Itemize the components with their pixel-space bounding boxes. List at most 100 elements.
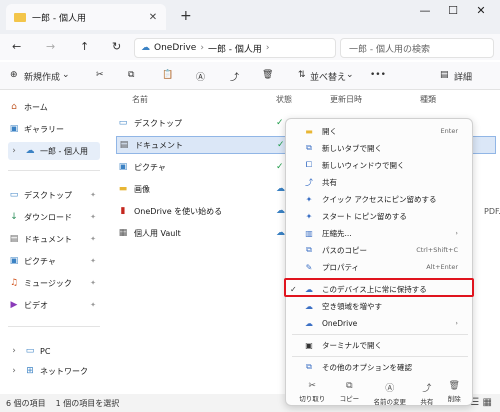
column-header-name[interactable]: 名前	[132, 94, 148, 105]
up-button[interactable]: ↑	[80, 40, 89, 53]
copy-icon[interactable]: ⧉	[128, 70, 134, 80]
folder-icon	[14, 12, 26, 22]
pdf-icon: ▮	[120, 206, 126, 216]
details-icon: ▤	[440, 70, 449, 80]
menu-item-onedrive[interactable]: ☁ OneDrive ›	[292, 315, 468, 331]
sidebar-item-pc[interactable]: › ▭ PC	[8, 342, 100, 360]
menu-item-open-new-window[interactable]: ⧠ 新しいウィンドウで開く	[292, 157, 468, 173]
more-options-icon: ⧉	[306, 362, 312, 371]
cloud-icon: ☁	[305, 301, 313, 311]
sidebar-item-gallery[interactable]: ▣ ギャラリー	[8, 120, 100, 138]
chevron-right-icon[interactable]: ›	[8, 146, 20, 156]
menu-label: 圧縮先...	[322, 228, 352, 238]
paste-icon[interactable]: 📋	[162, 70, 173, 80]
forward-button[interactable]: →	[46, 40, 55, 53]
back-button[interactable]: ←	[12, 40, 21, 53]
item-count: 6 個の項目	[6, 398, 46, 408]
close-button[interactable]: ✕	[468, 4, 494, 17]
column-header-type[interactable]: 種類	[420, 94, 436, 105]
search-input[interactable]: 一郎 - 個人用の検索	[340, 38, 494, 58]
column-header-modified[interactable]: 更新日時	[330, 94, 362, 105]
video-icon: ▶	[10, 300, 18, 310]
menu-label: スタート にピン留めする	[322, 211, 407, 221]
new-plus-icon: ⊕	[10, 70, 18, 80]
pc-icon: ▭	[25, 346, 35, 356]
menu-item-pin-quick-access[interactable]: ✦ クイック アクセスにピン留めする	[292, 191, 468, 207]
share-action[interactable]: ⤴ 共有	[420, 381, 433, 406]
menu-label: その他のオプションを確認	[322, 362, 412, 372]
action-label: 切り取り	[299, 395, 326, 403]
file-name: 個人用 Vault	[134, 228, 181, 238]
cloud-icon: ☁	[141, 43, 150, 53]
rename-icon[interactable]: Ⓐ	[196, 70, 205, 83]
menu-item-pin-start[interactable]: ✦ スタート にピン留めする	[292, 208, 468, 224]
new-button[interactable]: 新規作成	[24, 70, 60, 83]
delete-icon: 🗑	[448, 381, 460, 391]
tab-ichiro[interactable]: 一郎 - 個人用 ✕	[6, 4, 166, 30]
menu-label: クイック アクセスにピン留めする	[322, 194, 437, 204]
menu-item-compress[interactable]: ▥ 圧縮先... ›	[292, 225, 468, 241]
breadcrumb-onedrive[interactable]: OneDrive	[154, 43, 196, 53]
chevron-right-icon[interactable]: ›	[8, 346, 20, 356]
sidebar-item-onedrive[interactable]: › ☁ 一郎 - 個人用	[8, 142, 100, 160]
title-bar: 一郎 - 個人用 ✕ + — ☐ ✕	[0, 0, 500, 34]
sort-button[interactable]: 並べ替え	[310, 70, 346, 83]
tab-close-icon[interactable]: ✕	[146, 12, 160, 23]
sidebar-item-downloads[interactable]: ↓ ダウンロード ✦	[8, 208, 100, 226]
cut-icon[interactable]: ✂	[96, 70, 104, 80]
synced-status-icon: ✓	[276, 118, 284, 128]
delete-icon[interactable]: 🗑	[262, 70, 273, 80]
refresh-button[interactable]: ↻	[112, 40, 121, 53]
menu-item-share[interactable]: ⤴ 共有	[292, 174, 468, 190]
column-header-status[interactable]: 状態	[276, 94, 292, 105]
network-icon: ⊞	[26, 366, 34, 376]
chevron-right-icon[interactable]: ›	[8, 366, 20, 376]
menu-item-terminal[interactable]: ▣ ターミナルで開く	[292, 337, 468, 353]
onedrive-icon: ☁	[305, 318, 313, 328]
sidebar-item-documents[interactable]: ▤ ドキュメント ✦	[8, 230, 100, 248]
divider	[8, 326, 100, 327]
menu-item-properties[interactable]: ✎ プロパティ Alt+Enter	[292, 259, 468, 275]
sidebar-item-music[interactable]: ♫ ミュージック ✦	[8, 274, 100, 292]
maximize-button[interactable]: ☐	[440, 4, 466, 17]
synced-status-icon: ✓	[276, 162, 284, 172]
shortcut: Ctrl+Shift+C	[416, 246, 458, 254]
menu-label: 新しいタブで開く	[322, 143, 382, 153]
menu-item-free-up-space[interactable]: ☁ 空き領域を増やす	[292, 298, 468, 314]
documents-icon: ▤	[9, 234, 19, 244]
menu-label: 新しいウィンドウで開く	[322, 160, 405, 170]
view-toggle-icon[interactable]: ☰ ▦	[470, 397, 492, 408]
menu-item-open-new-tab[interactable]: ⧉ 新しいタブで開く	[292, 140, 468, 156]
details-button[interactable]: 詳細	[454, 70, 472, 83]
sidebar-item-pictures[interactable]: ▣ ピクチャ ✦	[8, 252, 100, 270]
address-bar[interactable]: ☁ OneDrive › 一郎 - 個人用 ›	[134, 38, 336, 58]
zip-icon: ▥	[305, 228, 313, 238]
documents-folder-icon: ▤	[119, 140, 129, 150]
minimize-button[interactable]: —	[412, 4, 438, 17]
cut-action[interactable]: ✂ 切り取り	[299, 381, 325, 403]
breadcrumb-ichiro[interactable]: 一郎 - 個人用	[208, 42, 262, 55]
menu-item-more-options[interactable]: ⧉ その他のオプションを確認	[292, 359, 468, 375]
share-icon[interactable]: ⤴	[230, 70, 239, 83]
sidebar-item-label: ドキュメント	[24, 234, 72, 244]
delete-action[interactable]: 🗑 削除	[448, 381, 461, 403]
menu-label: 開く	[322, 126, 337, 136]
pin-icon: ✦	[90, 191, 96, 199]
sidebar-item-network[interactable]: › ⊞ ネットワーク	[8, 362, 100, 380]
sidebar-item-videos[interactable]: ▶ ビデオ ✦	[8, 296, 100, 314]
menu-item-copy-path[interactable]: ⧉ パスのコピー Ctrl+Shift+C	[292, 242, 468, 258]
more-button[interactable]: •••	[370, 70, 386, 80]
sidebar-item-desktop[interactable]: ▭ デスクトップ ✦	[8, 186, 100, 204]
address-row: ← → ↑ ↻ ☁ OneDrive › 一郎 - 個人用 › 一郎 - 個人用…	[0, 34, 500, 60]
rename-action[interactable]: Ⓐ 名前の変更	[373, 381, 406, 406]
sidebar-item-home[interactable]: ⌂ ホーム	[8, 98, 100, 116]
new-tab-button[interactable]: +	[180, 8, 192, 24]
copy-action[interactable]: ⧉ コピー	[340, 381, 360, 403]
command-bar: ⊕ 新規作成 ⌄ ✂ ⧉ 📋 Ⓐ ⤴ 🗑 ⇅ 並べ替え ⌄ ••• ▤ 詳細	[0, 62, 500, 90]
cloud-status-icon: ☁	[276, 228, 285, 238]
menu-label: 空き領域を増やす	[322, 301, 382, 311]
sidebar-item-label: 一郎 - 個人用	[40, 146, 88, 156]
sidebar-item-label: ホーム	[24, 102, 48, 112]
menu-item-open[interactable]: ▬ 開く Enter	[292, 123, 468, 139]
navigation-pane: ⌂ ホーム ▣ ギャラリー › ☁ 一郎 - 個人用 ▭ デスクトップ ✦ ↓ …	[0, 90, 104, 394]
